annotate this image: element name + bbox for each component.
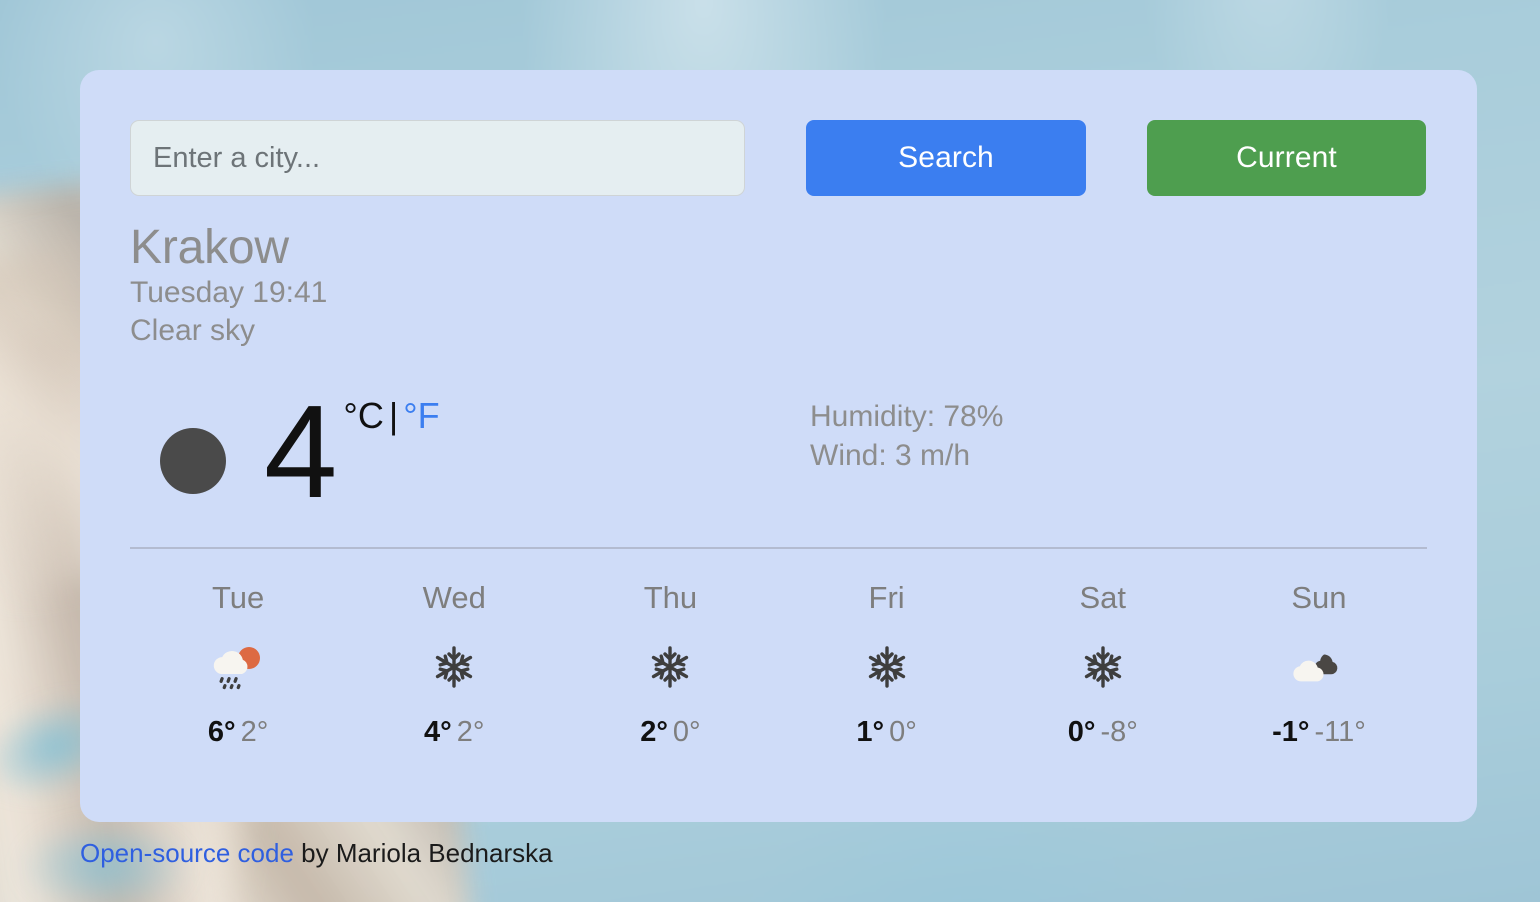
forecast-day-name: Tue	[211, 579, 265, 615]
unit-celsius-label[interactable]: °C	[343, 395, 383, 436]
forecast-min-temp: -8°	[1100, 715, 1138, 748]
humidity-value: Humidity: 78%	[810, 399, 1004, 433]
forecast-max-temp: 2°	[640, 715, 668, 748]
forecast-min-temp: -11°	[1314, 715, 1366, 748]
forecast-day-name: Sat	[1079, 579, 1127, 615]
city-heading-block: Krakow Tuesday 19:41 Clear sky	[130, 222, 1427, 351]
snowflake-icon	[1074, 644, 1132, 690]
snowflake-icon	[641, 644, 699, 690]
sun-behind-rain-cloud-icon	[209, 644, 267, 690]
city-name: Krakow	[130, 221, 289, 274]
unit-fahrenheit-link[interactable]: °F	[403, 395, 439, 436]
forecast-temps: 6° 2°	[130, 715, 346, 748]
snowflake-icon	[858, 644, 916, 690]
forecast-max-temp: 4°	[424, 715, 452, 748]
wind-value: Wind: 3 m/h	[810, 438, 971, 472]
snowflake-icon	[425, 644, 483, 690]
footer: Open-source code by Mariola Bednarska	[80, 838, 553, 869]
forecast-min-temp: 0°	[672, 715, 701, 748]
search-input[interactable]	[130, 120, 745, 196]
search-row: Search Current	[130, 120, 1427, 196]
forecast-max-temp: 1°	[856, 715, 885, 748]
forecast-day-name: Wed	[422, 579, 486, 615]
weather-card: Search Current Krakow Tuesday 19:41 Clea…	[80, 70, 1477, 822]
current-temperature-value: 4	[264, 377, 337, 525]
forecast-temps: -1° -11°	[1211, 715, 1427, 748]
current-weather-icon	[160, 428, 226, 495]
forecast-temps: 0° -8°	[995, 715, 1211, 748]
current-conditions-row: 4 °C | °F Humidity: 78% Wind: 3 m/h	[130, 377, 1427, 529]
section-divider	[130, 546, 1427, 549]
search-button[interactable]: Search	[806, 120, 1086, 196]
unit-separator: |	[388, 394, 399, 436]
footer-credit: by Mariola Bednarska	[293, 838, 553, 868]
forecast-day: Tue 6° 2°	[130, 582, 346, 747]
forecast-temps: 1° 0°	[779, 715, 995, 748]
forecast-row: Tue 6° 2° Wed 4° 2° Thu 2° 0° Fri 1° 0° …	[130, 582, 1427, 747]
forecast-day: Sun -1° -11°	[1211, 582, 1427, 747]
current-description: Clear sky	[130, 314, 256, 348]
forecast-day-name: Thu	[643, 579, 698, 615]
current-details-group: Humidity: 78% Wind: 3 m/h	[810, 389, 1003, 475]
forecast-min-temp: 0°	[889, 715, 917, 748]
forecast-min-temp: 2°	[456, 715, 485, 748]
forecast-min-temp: 2°	[240, 715, 269, 748]
forecast-day: Thu 2° 0°	[562, 582, 778, 747]
current-datetime: Tuesday 19:41	[130, 275, 328, 309]
forecast-max-temp: 0°	[1067, 715, 1096, 748]
forecast-day-name: Fri	[868, 579, 905, 615]
current-temperature-group: 4 °C | °F	[130, 377, 810, 525]
forecast-day: Wed 4° 2°	[346, 582, 562, 747]
forecast-max-temp: -1°	[1272, 715, 1310, 748]
current-location-button[interactable]: Current	[1147, 120, 1426, 196]
unit-toggle: °C | °F	[343, 395, 439, 437]
forecast-day: Sat 0° -8°	[995, 582, 1211, 747]
forecast-max-temp: 6°	[207, 715, 236, 748]
forecast-day: Fri 1° 0°	[779, 582, 995, 747]
open-source-code-link[interactable]: Open-source code	[80, 838, 294, 868]
cloud-behind-cloud-icon	[1290, 644, 1348, 690]
temperature-wrap: 4 °C | °F	[264, 377, 440, 525]
forecast-day-name: Sun	[1291, 579, 1347, 615]
forecast-temps: 2° 0°	[562, 715, 778, 748]
forecast-temps: 4° 2°	[346, 715, 562, 748]
